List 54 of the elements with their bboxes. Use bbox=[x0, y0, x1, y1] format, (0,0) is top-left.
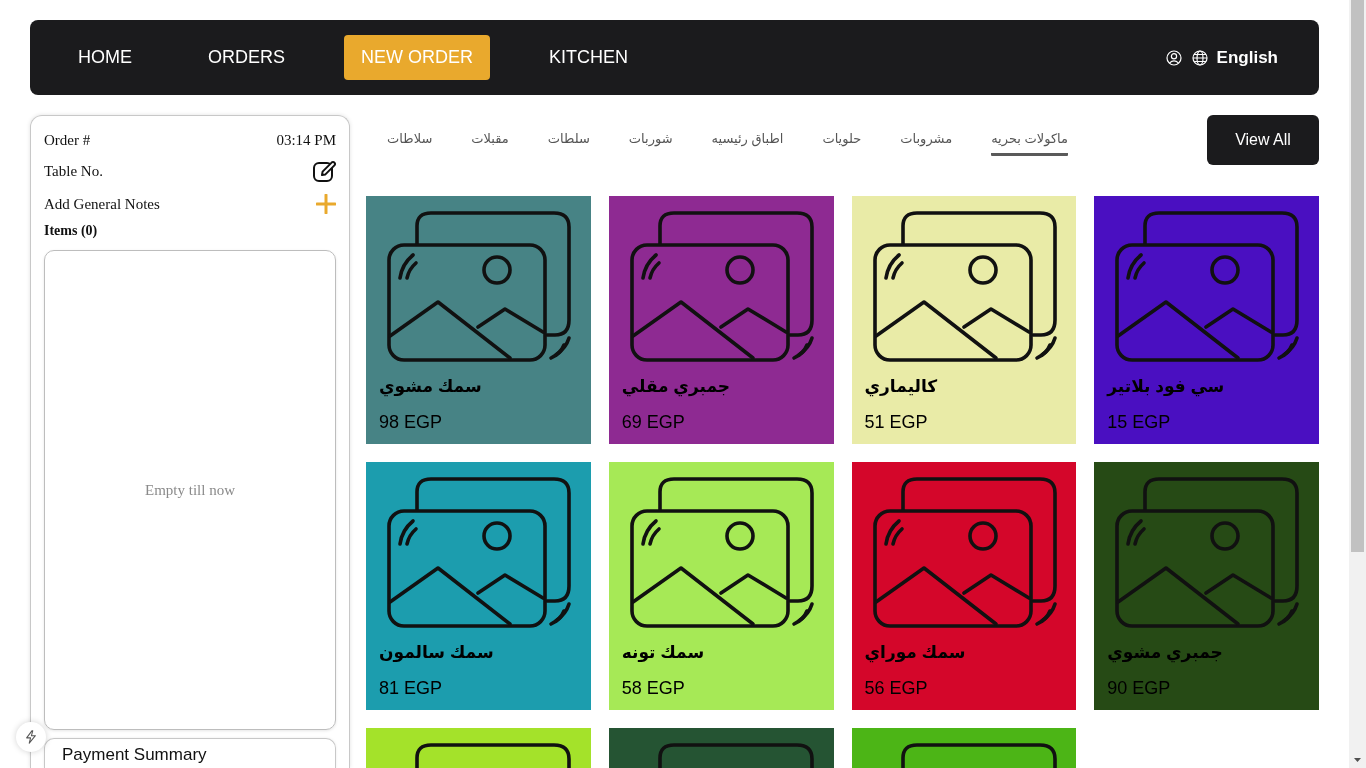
pictures-icon bbox=[628, 208, 815, 362]
product-card[interactable] bbox=[851, 728, 1077, 768]
pictures-icon bbox=[871, 208, 1058, 362]
pictures-icon bbox=[386, 474, 572, 628]
language-link[interactable]: English bbox=[1216, 44, 1278, 71]
items-count-label: Items (0) bbox=[44, 222, 99, 240]
pictures-icon bbox=[386, 208, 572, 362]
nav-link[interactable]: HOME bbox=[61, 35, 149, 80]
order-number-label: Order # bbox=[44, 131, 91, 150]
nav-link[interactable]: KITCHEN bbox=[532, 35, 646, 80]
category-tab[interactable]: حلويات bbox=[822, 130, 862, 156]
globe-icon[interactable] bbox=[1191, 49, 1208, 66]
pictures-icon bbox=[1114, 208, 1301, 362]
product-price: 81 EGP bbox=[379, 677, 444, 699]
product-name: سمك سالمون bbox=[379, 643, 495, 663]
product-price: 15 EGP bbox=[1107, 411, 1172, 433]
nav-link[interactable]: ORDERS bbox=[191, 35, 302, 80]
scrollbar[interactable] bbox=[1349, 0, 1366, 768]
category-tab[interactable]: مشروبات bbox=[900, 130, 953, 156]
quick-action-button[interactable] bbox=[16, 722, 46, 752]
scrollbar-thumb[interactable] bbox=[1351, 0, 1364, 552]
product-price: 98 EGP bbox=[379, 411, 444, 433]
product-price: 69 EGP bbox=[621, 411, 686, 433]
product-name: سمك تونه bbox=[621, 643, 706, 663]
view-all-button[interactable]: View All bbox=[1207, 115, 1319, 165]
product-price: 51 EGP bbox=[864, 411, 929, 433]
product-name: جمبري مقلي bbox=[621, 377, 732, 397]
pencil-square-icon[interactable] bbox=[312, 159, 336, 183]
product-name: سمك موراي bbox=[864, 643, 967, 663]
order-time: 03:14 PM bbox=[276, 131, 336, 150]
category-tab[interactable]: ماكولات بحريه bbox=[991, 130, 1068, 156]
category-tab[interactable]: سلاطات bbox=[387, 130, 433, 156]
product-name: كاليماري bbox=[864, 377, 939, 397]
product-name: سي فود بلاتير bbox=[1107, 377, 1226, 397]
category-tab[interactable]: مقبلات bbox=[471, 130, 509, 156]
product-price: 56 EGP bbox=[864, 677, 929, 699]
product-name: سمك مشوي bbox=[379, 377, 483, 397]
product-name: جمبري مشوي bbox=[1107, 643, 1224, 663]
product-card[interactable] bbox=[366, 728, 591, 768]
category-tab[interactable]: اطباق رئيسيه bbox=[711, 130, 784, 156]
table-number-label: Table No. bbox=[44, 162, 103, 181]
product-price: 90 EGP bbox=[1107, 677, 1172, 699]
payment-summary-title: Payment Summary bbox=[62, 745, 208, 765]
notes-label: Add General Notes bbox=[44, 195, 160, 214]
lightning-icon bbox=[24, 729, 38, 745]
user-icon[interactable] bbox=[1165, 49, 1182, 66]
category-tab[interactable]: شوربات bbox=[628, 130, 673, 156]
pictures-icon bbox=[628, 474, 815, 628]
product-price: 58 EGP bbox=[621, 677, 686, 699]
pictures-icon bbox=[1114, 474, 1301, 628]
pictures-icon bbox=[871, 474, 1058, 628]
empty-state-text: Empty till now bbox=[145, 480, 235, 500]
category-tab[interactable]: سلطات bbox=[547, 130, 590, 156]
scroll-down-icon[interactable] bbox=[1354, 758, 1361, 762]
